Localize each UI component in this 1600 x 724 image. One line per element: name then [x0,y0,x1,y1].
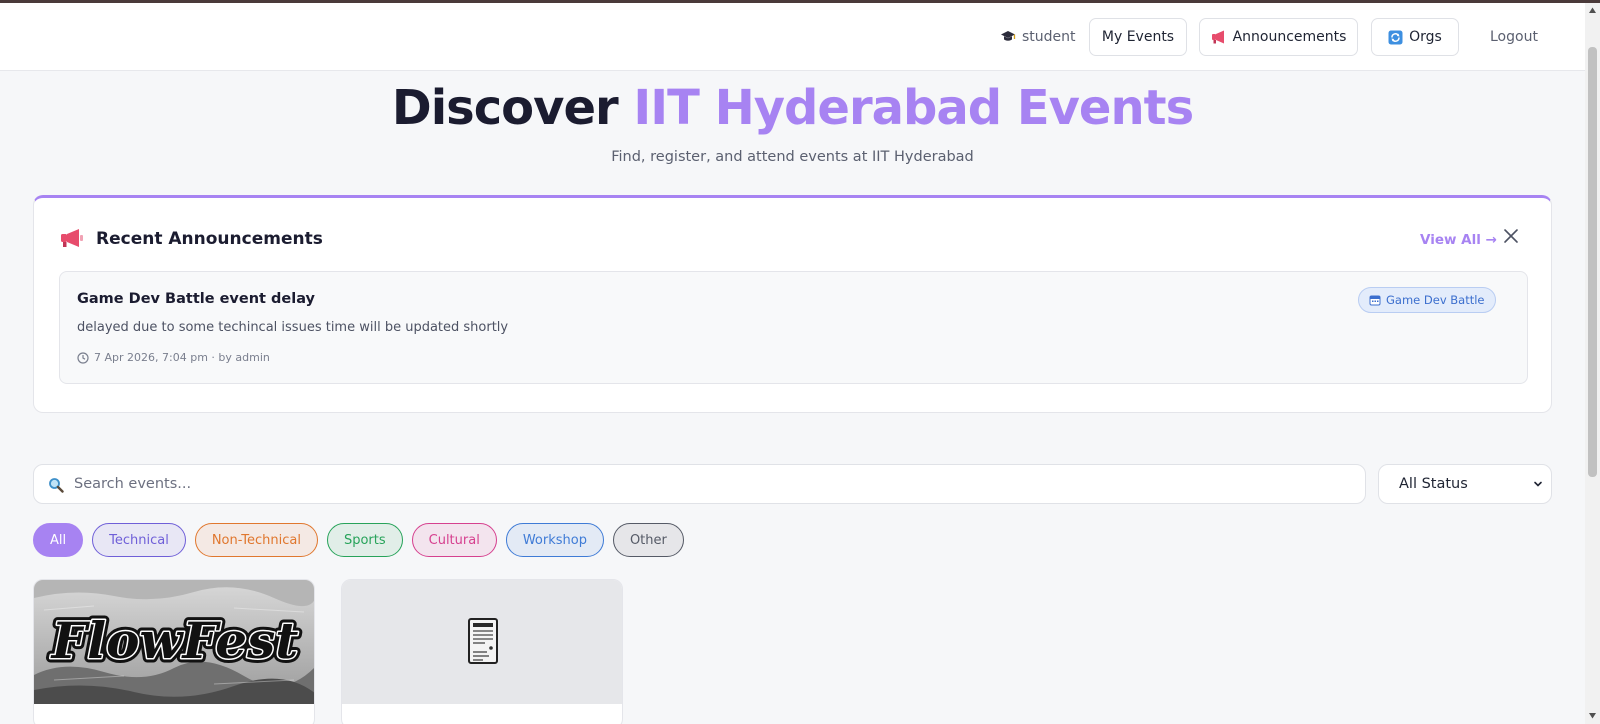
announcement-item[interactable]: Game Dev Battle event delay delayed due … [59,271,1528,384]
chip-all[interactable]: All [33,523,84,557]
announcement-meta: 7 Apr 2026, 7:04 pm · by admin [77,351,270,364]
orgs-button[interactable]: Orgs [1371,18,1459,56]
my-events-button[interactable]: My Events [1089,18,1187,56]
page-title-prefix: Discover [391,80,619,136]
status-dropdown[interactable]: All Status [1378,464,1552,504]
chip-label: Other [629,532,667,548]
chip-label: Cultural [428,532,480,548]
chip-workshop[interactable]: Workshop [505,523,604,557]
close-icon[interactable] [1502,227,1520,245]
top-nav: student My Events Announcements Orgs Log… [0,3,1585,71]
calendar-icon [1369,295,1381,306]
announcement-title: Game Dev Battle event delay [77,291,315,307]
clock-icon [77,351,89,364]
megaphone-icon [61,229,83,247]
logout-link[interactable]: Logout [1490,29,1538,45]
chip-sports[interactable]: Sports [326,523,403,557]
scroll-up-arrow-icon[interactable] [1588,6,1597,15]
search-bar [33,464,1366,504]
event-image: FlowFest FlowFest FlowFest [34,580,314,704]
event-card[interactable] [341,579,623,724]
refresh-icon [1388,30,1403,44]
event-image-text-fill: FlowFest [50,611,299,670]
search-input[interactable] [74,465,1354,503]
event-image-placeholder [342,580,622,704]
announcements-label: Announcements [1232,29,1347,45]
page-title: Discover IIT Hyderabad Events [0,80,1585,136]
document-icon [468,618,498,664]
chip-non-technical[interactable]: Non-Technical [194,523,318,557]
chip-cultural[interactable]: Cultural [411,523,497,557]
chip-label: Non-Technical [211,532,301,548]
announcements-panel: Recent Announcements View All → Game Dev… [33,195,1552,413]
announcements-heading: Recent Announcements [96,229,323,249]
announcements-button[interactable]: Announcements [1199,18,1358,56]
scroll-down-arrow-icon[interactable] [1588,711,1597,720]
category-filters: All Technical Non-Technical Sports Cultu… [33,523,684,557]
my-events-label: My Events [1101,29,1175,45]
page-subtitle: Find, register, and attend events at IIT… [611,149,974,165]
search-icon [49,478,64,493]
graduation-cap-icon [1001,31,1016,41]
view-all-link[interactable]: View All → [1420,232,1497,248]
announcement-body: delayed due to some techincal issues tim… [77,320,509,335]
chip-label: All [50,532,67,548]
status-dropdown-value: All Status [1399,476,1468,492]
user-role-label: student [1022,29,1076,45]
megaphone-icon [1211,30,1224,44]
chip-other[interactable]: Other [612,523,684,557]
orgs-label: Orgs [1409,29,1442,45]
chip-technical[interactable]: Technical [92,523,186,557]
announcement-event-tag[interactable]: Game Dev Battle [1358,287,1496,313]
event-card[interactable]: FlowFest FlowFest FlowFest [33,579,315,724]
chip-label: Technical [109,532,169,548]
chip-label: Sports [343,532,386,548]
scrollbar-thumb[interactable] [1588,47,1597,477]
chevron-down-icon [1534,481,1542,487]
page-scrollbar[interactable] [1585,3,1600,724]
page-title-highlight: IIT Hyderabad Events [633,80,1194,136]
chip-label: Workshop [522,532,587,548]
announcement-event-tag-label: Game Dev Battle [1386,293,1485,307]
user-role: student [1000,29,1076,45]
announcement-meta-text: 7 Apr 2026, 7:04 pm · by admin [94,351,270,364]
